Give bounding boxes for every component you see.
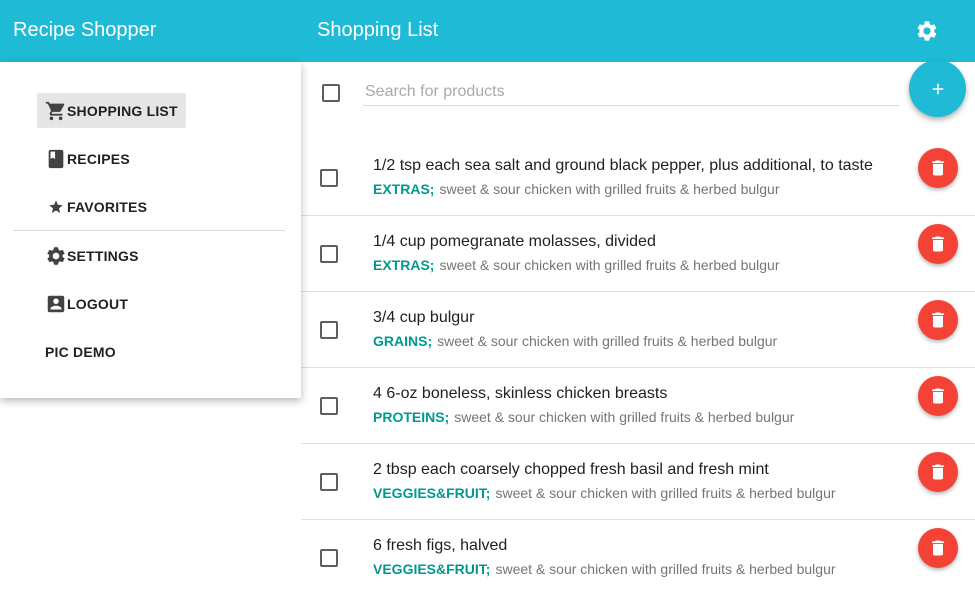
trash-icon <box>932 236 944 252</box>
sidebar-item-settings[interactable]: SETTINGS <box>37 238 147 273</box>
list-item: 1/4 cup pomegranate molasses, divided EX… <box>301 216 975 292</box>
sidebar-item-label: FAVORITES <box>67 198 148 215</box>
item-name: 2 tbsp each coarsely chopped fresh basil… <box>373 461 769 478</box>
list-item: 2 tbsp each coarsely chopped fresh basil… <box>301 444 975 520</box>
gear-icon <box>917 21 937 41</box>
settings-button[interactable] <box>914 18 940 44</box>
search-input[interactable] <box>363 78 900 106</box>
item-name: 1/2 tsp each sea salt and ground black p… <box>373 157 873 174</box>
sidebar-item-pic-demo[interactable]: PIC DEMO <box>37 334 124 369</box>
trash-icon <box>932 540 944 556</box>
item-meta: VEGGIES&FRUIT; sweet & sour chicken with … <box>373 485 836 501</box>
delete-item-button[interactable] <box>918 300 958 340</box>
item-recipe: sweet & sour chicken with grilled fruits… <box>437 333 778 349</box>
item-category: EXTRAS; <box>373 181 435 197</box>
app-title: Recipe Shopper <box>13 19 157 41</box>
item-category: EXTRAS; <box>373 257 435 273</box>
item-meta: EXTRAS; sweet & sour chicken with grilled… <box>373 257 780 273</box>
sidebar-item-label: LOGOUT <box>67 295 129 312</box>
app-bar: Recipe Shopper Shopping List <box>0 0 975 62</box>
list-item: 6 fresh figs, halved VEGGIES&FRUIT; sweet… <box>301 520 975 595</box>
sidebar-item-label: RECIPES <box>67 150 130 167</box>
sidebar-item-recipes[interactable]: RECIPES <box>37 141 138 176</box>
delete-item-button[interactable] <box>918 528 958 568</box>
item-name: 1/4 cup pomegranate molasses, divided <box>373 233 656 250</box>
list-item: 3/4 cup bulgur GRAINS; sweet & sour chick… <box>301 292 975 368</box>
item-recipe: sweet & sour chicken with grilled fruits… <box>495 561 836 577</box>
select-all-checkbox[interactable] <box>322 84 340 102</box>
sidebar-item-shopping-list[interactable]: SHOPPING LIST <box>37 93 186 128</box>
item-recipe: sweet & sour chicken with grilled fruits… <box>454 409 795 425</box>
sidebar-item-favorites[interactable]: FAVORITES <box>37 189 155 224</box>
delete-item-button[interactable] <box>918 224 958 264</box>
item-meta: GRAINS; sweet & sour chicken with grilled… <box>373 333 777 349</box>
sidebar-item-label: SHOPPING LIST <box>67 102 178 119</box>
item-checkbox[interactable] <box>320 321 338 339</box>
item-recipe: sweet & sour chicken with grilled fruits… <box>439 181 780 197</box>
item-category: VEGGIES&FRUIT; <box>373 561 491 577</box>
item-meta: PROTEINS; sweet & sour chicken with grill… <box>373 409 794 425</box>
sidebar-item-label: SETTINGS <box>67 247 139 264</box>
sidebar-item-logout[interactable]: LOGOUT <box>37 286 136 321</box>
search-bar <box>301 62 975 140</box>
star-icon <box>45 196 67 218</box>
plus-icon <box>932 83 943 94</box>
trash-icon <box>932 160 944 176</box>
trash-icon <box>932 312 944 328</box>
item-recipe: sweet & sour chicken with grilled fruits… <box>439 257 780 273</box>
item-category: GRAINS; <box>373 333 433 349</box>
trash-icon <box>932 464 944 480</box>
item-checkbox[interactable] <box>320 245 338 263</box>
item-checkbox[interactable] <box>320 397 338 415</box>
book-icon <box>45 148 67 170</box>
item-meta: EXTRAS; sweet & sour chicken with grilled… <box>373 181 780 197</box>
sidebar-divider <box>13 230 285 231</box>
sidebar-nav: SHOPPING LIST RECIPES FAVORITES SETTINGS… <box>0 62 301 398</box>
item-category: PROTEINS; <box>373 409 450 425</box>
add-item-button[interactable] <box>909 60 966 117</box>
cart-icon <box>45 100 67 122</box>
delete-item-button[interactable] <box>918 452 958 492</box>
item-name: 3/4 cup bulgur <box>373 309 475 326</box>
item-name: 6 fresh figs, halved <box>373 537 508 554</box>
gear-icon <box>45 245 67 267</box>
shopping-list: 1/2 tsp each sea salt and ground black p… <box>301 140 975 595</box>
delete-item-button[interactable] <box>918 376 958 416</box>
item-meta: VEGGIES&FRUIT; sweet & sour chicken with … <box>373 561 836 577</box>
list-item: 1/2 tsp each sea salt and ground black p… <box>301 140 975 216</box>
item-checkbox[interactable] <box>320 169 338 187</box>
page-title: Shopping List <box>317 19 439 41</box>
list-item: 4 6-oz boneless, skinless chicken breast… <box>301 368 975 444</box>
item-checkbox[interactable] <box>320 473 338 491</box>
delete-item-button[interactable] <box>918 148 958 188</box>
sidebar-item-label: PIC DEMO <box>45 343 116 360</box>
trash-icon <box>932 388 944 404</box>
item-recipe: sweet & sour chicken with grilled fruits… <box>495 485 836 501</box>
item-name: 4 6-oz boneless, skinless chicken breast… <box>373 385 668 402</box>
item-checkbox[interactable] <box>320 549 338 567</box>
item-category: VEGGIES&FRUIT; <box>373 485 491 501</box>
account-icon <box>45 293 67 315</box>
